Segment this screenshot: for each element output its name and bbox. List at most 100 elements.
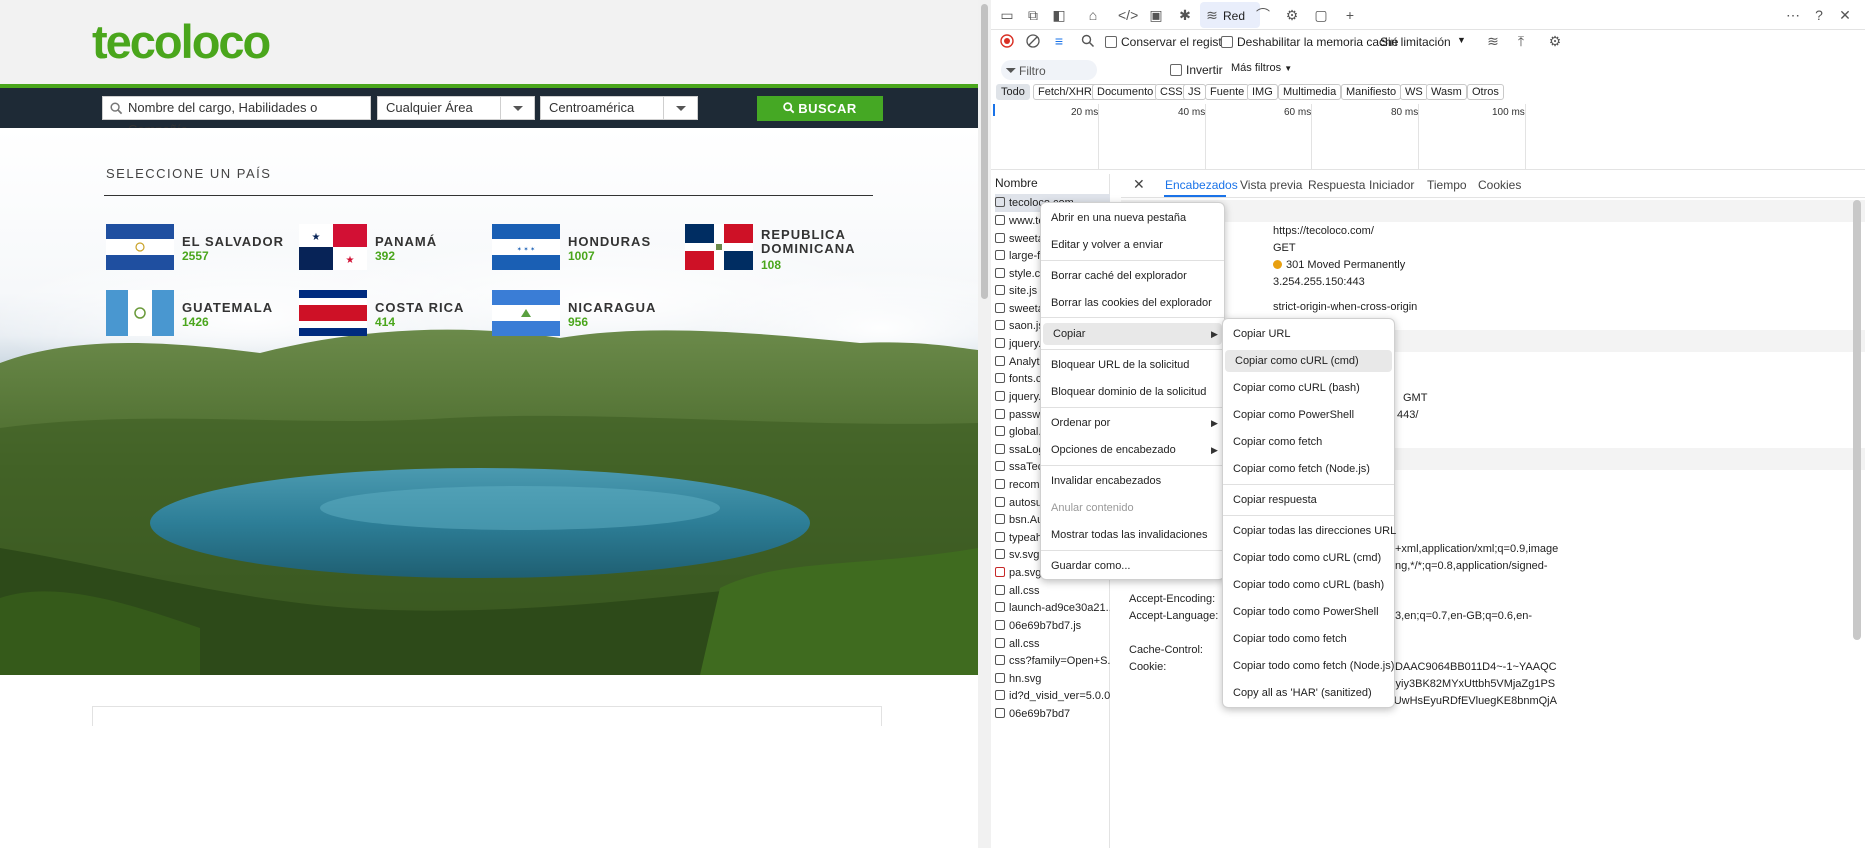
request-row[interactable]: all.css [995, 582, 1110, 600]
menu-item-copy-all-fetch-node[interactable]: Copiar todo como fetch (Node.js) [1223, 655, 1394, 677]
country-costa-rica[interactable]: COSTA RICA 414 [299, 290, 479, 338]
menu-item-copy-all-powershell[interactable]: Copiar todo como PowerShell [1223, 601, 1394, 623]
network-conditions-icon[interactable]: ≋ [1485, 33, 1501, 49]
request-row[interactable]: launch-ad9ce30a21... [995, 599, 1110, 617]
request-row[interactable]: 06e69b7bd7.js [995, 617, 1110, 635]
device-emulation-icon[interactable]: ▭ [999, 7, 1015, 23]
tab-vista-previa[interactable]: Vista previa [1240, 178, 1302, 192]
keyword-search-input[interactable]: Nombre del cargo, Habilidades o Compañía [102, 96, 371, 137]
menu-item-copy-all-har[interactable]: Copy all as 'HAR' (sanitized) [1223, 682, 1394, 704]
request-row[interactable]: 06e69b7bd7 [995, 705, 1110, 723]
name-column-header[interactable]: Nombre [995, 176, 1038, 190]
type-filter-multimedia[interactable]: Multimedia [1278, 84, 1342, 100]
more-filters-button[interactable]: Más filtros ▼ [1231, 62, 1292, 74]
menu-item-header-options[interactable]: Opciones de encabezado [1041, 439, 1224, 461]
image-icon [995, 567, 1005, 577]
more-options-icon[interactable]: ⋯ [1785, 7, 1801, 23]
inspect-element-icon[interactable]: ⧉ [1025, 7, 1041, 23]
request-row[interactable]: all.css [995, 635, 1110, 653]
record-icon[interactable] [1000, 34, 1014, 48]
application-icon[interactable]: ▢ [1313, 7, 1329, 23]
menu-item-open-new-tab[interactable]: Abrir en una nueva pestaña [1041, 207, 1224, 229]
elements-icon[interactable]: </> [1118, 7, 1138, 23]
add-tab-icon[interactable]: + [1342, 7, 1358, 23]
menu-item-show-overrides[interactable]: Mostrar todas las invalidaciones [1041, 524, 1224, 546]
type-filter-fetch-xhr[interactable]: Fetch/XHR [1033, 84, 1097, 100]
type-filter-js[interactable]: JS [1183, 84, 1206, 100]
menu-item-copiar[interactable]: Copiar [1043, 323, 1222, 345]
request-row[interactable]: hn.svg [995, 670, 1110, 688]
page-scrollbar-thumb[interactable] [981, 4, 988, 299]
menu-item-clear-cookies[interactable]: Borrar las cookies del explorador [1041, 292, 1224, 314]
close-icon[interactable]: ✕ [1837, 7, 1853, 23]
type-filter-todo[interactable]: Todo [996, 84, 1030, 100]
search-button[interactable]: BUSCAR [757, 96, 883, 121]
console-icon[interactable]: ▣ [1148, 7, 1164, 23]
invert-checkbox[interactable] [1170, 64, 1182, 76]
area-select[interactable]: Cualquier Área [377, 96, 535, 120]
chevron-down-icon[interactable]: ▼ [1457, 35, 1466, 45]
country-guatemala[interactable]: GUATEMALA 1426 [106, 290, 286, 338]
detail-scrollbar-thumb[interactable] [1853, 200, 1861, 640]
network-timeline-overview[interactable] [991, 104, 1865, 170]
menu-item-clear-cache[interactable]: Borrar caché del explorador [1041, 265, 1224, 287]
tab-respuesta[interactable]: Respuesta [1308, 178, 1365, 192]
country-el-salvador[interactable]: EL SALVADOR 2557 [106, 224, 286, 272]
region-select[interactable]: Centroamérica [540, 96, 698, 120]
menu-item-copy-fetch[interactable]: Copiar como fetch [1223, 431, 1394, 453]
country-honduras[interactable]: ✶ ✶ ✶ HONDURAS 1007 [492, 224, 672, 272]
type-filter-fuente[interactable]: Fuente [1205, 84, 1250, 100]
performance-icon[interactable]: ⌒ [1255, 7, 1271, 23]
search-icon[interactable] [1081, 34, 1095, 48]
menu-item-copy-response[interactable]: Copiar respuesta [1223, 489, 1394, 511]
sources-bug-icon[interactable]: ✱ [1177, 7, 1193, 23]
type-filter-wasm[interactable]: Wasm [1426, 84, 1467, 100]
help-icon[interactable]: ? [1811, 7, 1827, 23]
type-filter-img[interactable]: IMG [1247, 84, 1278, 100]
menu-item-copy-curl-bash[interactable]: Copiar como cURL (bash) [1223, 377, 1394, 399]
gear-icon[interactable]: ⚙ [1547, 33, 1563, 49]
clear-icon[interactable] [1026, 34, 1040, 48]
country-nicaragua[interactable]: NICARAGUA 956 [492, 290, 672, 338]
preserve-log-checkbox[interactable] [1105, 36, 1117, 48]
menu-item-copy-all-urls[interactable]: Copiar todas las direcciones URL [1223, 520, 1396, 542]
sidebar-toggle-icon[interactable]: ◧ [1051, 7, 1067, 23]
menu-item-copy-powershell[interactable]: Copiar como PowerShell [1223, 404, 1394, 426]
menu-item-copy-all-fetch[interactable]: Copiar todo como fetch [1223, 628, 1394, 650]
more-filters-label: Más filtros [1231, 62, 1282, 74]
tab-encabezados[interactable]: Encabezados [1165, 178, 1238, 192]
request-row[interactable]: id?d_visid_ver=5.0.0... [995, 687, 1110, 705]
country-panama[interactable]: ★ ★ PANAMÁ 392 [299, 224, 479, 272]
close-icon[interactable]: ✕ [1133, 176, 1145, 193]
gear-icon[interactable]: ⚙ [1284, 7, 1300, 23]
menu-item-edit-resend[interactable]: Editar y volver a enviar [1041, 234, 1224, 256]
import-har-icon[interactable]: ⤒ [1513, 33, 1529, 49]
tab-tiempo[interactable]: Tiempo [1427, 178, 1467, 192]
menu-item-copy-curl-cmd[interactable]: Copiar como cURL (cmd) [1225, 350, 1392, 372]
menu-item-copy-url[interactable]: Copiar URL [1223, 323, 1394, 345]
tecoloco-logo[interactable]: tecoloco [92, 14, 271, 69]
type-filter-manifiesto[interactable]: Manifiesto [1341, 84, 1402, 100]
menu-item-copy-all-curl-bash[interactable]: Copiar todo como cURL (bash) [1223, 574, 1394, 596]
menu-item-block-url[interactable]: Bloquear URL de la solicitud [1041, 354, 1224, 376]
tab-cookies[interactable]: Cookies [1478, 178, 1521, 192]
type-filter-documento[interactable]: Documento [1092, 84, 1159, 100]
menu-item-override-headers[interactable]: Invalidar encabezados [1041, 470, 1224, 492]
tab-iniciador[interactable]: Iniciador [1369, 178, 1414, 192]
location-header-fragment: 443/ [1397, 409, 1419, 421]
home-icon[interactable]: ⌂ [1085, 7, 1101, 23]
menu-item-save-as[interactable]: Guardar como... [1041, 555, 1224, 577]
menu-item-sort-by[interactable]: Ordenar por [1041, 412, 1224, 434]
type-filter-ws[interactable]: WS [1400, 84, 1428, 100]
general-section-header[interactable] [1121, 200, 1865, 222]
request-row[interactable]: css?family=Open+S... [995, 652, 1110, 670]
country-republica-dominicana[interactable]: REPUBLICA DOMINICANA 108 [685, 224, 875, 272]
type-filter-otros[interactable]: Otros [1467, 84, 1504, 100]
country-job-count: 108 [761, 258, 782, 272]
filter-icon[interactable]: ≡ [1051, 33, 1067, 49]
menu-item-block-domain[interactable]: Bloquear dominio de la solicitud [1041, 381, 1224, 403]
menu-item-copy-fetch-node[interactable]: Copiar como fetch (Node.js) [1223, 458, 1394, 480]
throttling-select[interactable]: Sin limitación [1380, 35, 1451, 49]
menu-item-copy-all-curl-cmd[interactable]: Copiar todo como cURL (cmd) [1223, 547, 1394, 569]
disable-cache-checkbox[interactable] [1221, 36, 1233, 48]
